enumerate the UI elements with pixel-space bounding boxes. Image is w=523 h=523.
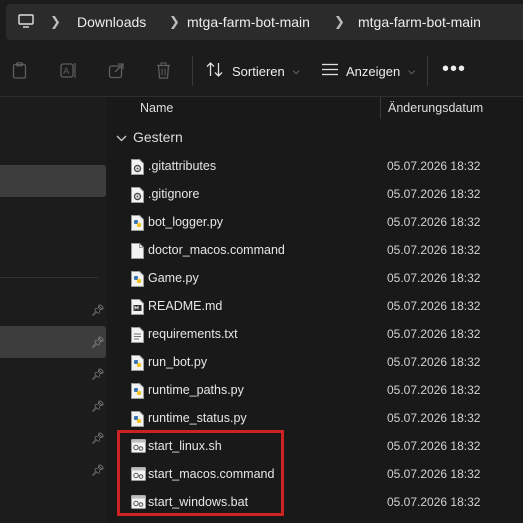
computer-icon[interactable] [18, 14, 34, 32]
pin-icon[interactable]: 📌︎ [91, 464, 105, 477]
pin-icon[interactable]: 📌︎ [91, 400, 105, 413]
pin-icon[interactable]: 📌︎ [91, 432, 105, 445]
column-header-date[interactable]: Änderungsdatum [388, 101, 483, 115]
file-modified-date: 05.07.2026 18:32 [387, 355, 481, 369]
file-name: Game.py [148, 271, 199, 285]
markdown-file-icon [131, 299, 144, 315]
share-icon[interactable] [108, 62, 125, 82]
more-options-icon[interactable]: ••• [442, 58, 466, 81]
breadcrumb-downloads[interactable]: Downloads [77, 4, 146, 40]
file-row[interactable]: .gitignore 05.07.2026 18:32 [108, 181, 523, 209]
file-modified-date: 05.07.2026 18:32 [387, 383, 481, 397]
file-modified-date: 05.07.2026 18:32 [387, 495, 481, 509]
file-name: runtime_status.py [148, 411, 247, 425]
file-row[interactable]: requirements.txt 05.07.2026 18:32 [108, 321, 523, 349]
chevron-right-icon[interactable]: ❯ [50, 4, 61, 40]
chevron-down-icon: ⌵ [408, 65, 416, 76]
sort-button-label: Sortieren [232, 63, 285, 79]
file-modified-date: 05.07.2026 18:32 [387, 271, 481, 285]
annotation-highlight-box [117, 430, 284, 516]
file-modified-date: 05.07.2026 18:32 [387, 243, 481, 257]
nav-divider [0, 277, 98, 278]
navigation-pane[interactable]: 📌︎ 📌︎ 📌︎ 📌︎ 📌︎ 📌︎ [0, 97, 107, 523]
column-header-name[interactable]: Name [140, 101, 173, 115]
file-modified-date: 05.07.2026 18:32 [387, 215, 481, 229]
group-label: Gestern [133, 129, 183, 145]
chevron-right-icon[interactable]: ❯ [334, 4, 345, 40]
chevron-down-icon: ⌵ [292, 65, 300, 76]
python-file-icon [131, 271, 144, 287]
file-name: bot_logger.py [148, 215, 224, 229]
view-button[interactable]: Anzeigen ⌵ [322, 60, 415, 82]
python-file-icon [131, 383, 144, 399]
toolbar-divider [427, 56, 428, 86]
paste-icon[interactable] [12, 62, 27, 82]
file-name: requirements.txt [148, 327, 238, 341]
file-modified-date: 05.07.2026 18:32 [387, 411, 481, 425]
file-modified-date: 05.07.2026 18:32 [387, 187, 481, 201]
breadcrumb[interactable]: ❯ Downloads ❯ mtga-farm-bot-main ❯ mtga-… [6, 4, 523, 40]
settings-file-icon [131, 159, 144, 175]
file-row[interactable]: .gitattributes 05.07.2026 18:32 [108, 153, 523, 181]
breadcrumb-current-folder[interactable]: mtga-farm-bot-main [358, 4, 481, 40]
file-name: .gitignore [148, 187, 200, 201]
column-resize-handle[interactable] [380, 97, 381, 119]
pin-icon[interactable]: 📌︎ [91, 368, 105, 381]
address-bar: ❯ Downloads ❯ mtga-farm-bot-main ❯ mtga-… [0, 0, 523, 46]
file-name: README.md [148, 299, 223, 313]
file-modified-date: 05.07.2026 18:32 [387, 299, 481, 313]
group-header[interactable]: Gestern [116, 129, 183, 145]
list-view-icon [322, 63, 338, 79]
file-row[interactable]: runtime_status.py 05.07.2026 18:32 [108, 405, 523, 433]
file-row[interactable]: runtime_paths.py 05.07.2026 18:32 [108, 377, 523, 405]
file-row[interactable]: bot_logger.py 05.07.2026 18:32 [108, 209, 523, 237]
sort-icon [206, 62, 224, 80]
text-file-icon [131, 327, 144, 343]
file-name: run_bot.py [148, 355, 208, 369]
chevron-down-icon [116, 129, 127, 145]
file-row[interactable]: run_bot.py 05.07.2026 18:32 [108, 349, 523, 377]
rename-icon[interactable]: A [60, 62, 77, 82]
pin-icon[interactable]: 📌︎ [91, 336, 105, 349]
view-button-label: Anzeigen [346, 63, 401, 79]
svg-text:A: A [63, 66, 69, 76]
chevron-right-icon[interactable]: ❯ [169, 4, 180, 40]
command-bar: A Sortieren ⌵ Anzeigen ⌵ ••• [0, 46, 523, 97]
python-file-icon [131, 411, 144, 427]
file-name: doctor_macos.command [148, 243, 285, 257]
breadcrumb-folder[interactable]: mtga-farm-bot-main [187, 4, 310, 40]
pin-icon[interactable]: 📌︎ [91, 304, 105, 317]
file-name: .gitattributes [148, 159, 217, 173]
blank-file-icon [131, 243, 144, 259]
sort-button[interactable]: Sortieren ⌵ [206, 60, 300, 82]
delete-icon[interactable] [156, 62, 171, 82]
nav-item-selected[interactable] [0, 165, 106, 197]
file-row[interactable]: Game.py 05.07.2026 18:32 [108, 265, 523, 293]
python-file-icon [131, 215, 144, 231]
settings-file-icon [131, 187, 144, 203]
file-modified-date: 05.07.2026 18:32 [387, 159, 481, 173]
file-modified-date: 05.07.2026 18:32 [387, 439, 481, 453]
file-row[interactable]: doctor_macos.command 05.07.2026 18:32 [108, 237, 523, 265]
file-modified-date: 05.07.2026 18:32 [387, 467, 481, 481]
file-row[interactable]: README.md 05.07.2026 18:32 [108, 293, 523, 321]
toolbar-divider [192, 56, 193, 86]
file-name: runtime_paths.py [148, 383, 244, 397]
python-file-icon [131, 355, 144, 371]
file-modified-date: 05.07.2026 18:32 [387, 327, 481, 341]
